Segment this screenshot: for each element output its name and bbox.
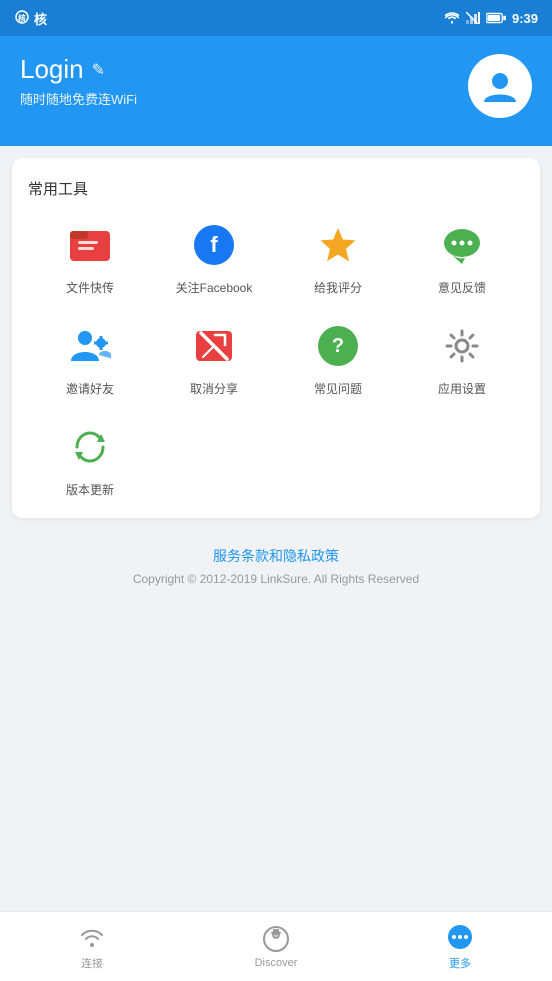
status-right: 9:39 bbox=[444, 11, 538, 26]
header-title-row: Login ✎ bbox=[20, 54, 137, 85]
tool-invite[interactable]: 邀请好友 bbox=[28, 320, 152, 397]
cancel-share-icon-wrap bbox=[188, 320, 240, 372]
facebook-icon: f bbox=[194, 225, 234, 265]
tool-cancel-share[interactable]: 取消分享 bbox=[152, 320, 276, 397]
update-icon bbox=[69, 426, 111, 468]
header-left: Login ✎ 随时随地免费连WiFi bbox=[20, 54, 137, 108]
nav-item-more[interactable]: 更多 bbox=[368, 923, 552, 971]
file-transfer-icon bbox=[68, 225, 112, 265]
signal-icon: 核 bbox=[14, 9, 30, 28]
more-dots-icon bbox=[446, 923, 474, 951]
terms-link[interactable]: 服务条款和隐私政策 bbox=[12, 546, 540, 566]
rate-label: 给我评分 bbox=[314, 279, 362, 296]
signal-bars-icon bbox=[466, 12, 480, 24]
update-label: 版本更新 bbox=[66, 481, 114, 498]
battery-icon bbox=[486, 12, 506, 24]
time-display: 9:39 bbox=[512, 11, 538, 26]
avatar[interactable] bbox=[468, 54, 532, 118]
tool-update[interactable]: 版本更新 bbox=[28, 421, 152, 498]
carrier-text: 核 bbox=[34, 9, 47, 28]
feedback-icon bbox=[441, 224, 483, 266]
login-title: Login bbox=[20, 54, 84, 85]
more-nav-icon bbox=[446, 923, 474, 951]
bottom-nav: 连接 Discover 更多 bbox=[0, 911, 552, 981]
user-avatar-icon bbox=[480, 66, 520, 106]
settings-icon-wrap bbox=[436, 320, 488, 372]
feedback-label: 意见反馈 bbox=[438, 279, 486, 296]
faq-icon: ? bbox=[318, 326, 358, 366]
more-nav-label: 更多 bbox=[449, 955, 471, 971]
rate-icon-wrap bbox=[312, 219, 364, 271]
tool-file-transfer[interactable]: 文件快传 bbox=[28, 219, 152, 296]
edit-icon[interactable]: ✎ bbox=[92, 60, 105, 80]
nav-item-connect[interactable]: 连接 bbox=[0, 923, 184, 971]
connect-nav-label: 连接 bbox=[81, 955, 103, 971]
tool-faq[interactable]: ? 常见问题 bbox=[276, 320, 400, 397]
status-left: 核 核 bbox=[14, 9, 47, 28]
tools-card: 常用工具 文件快传 f 关注F bbox=[12, 158, 540, 518]
wifi-nav-icon bbox=[79, 924, 105, 950]
settings-label: 应用设置 bbox=[438, 380, 486, 397]
cancel-share-icon bbox=[193, 325, 235, 367]
faq-icon-wrap: ? bbox=[312, 320, 364, 372]
discover-nav-icon bbox=[262, 925, 290, 953]
tool-feedback[interactable]: 意见反馈 bbox=[400, 219, 524, 296]
discover-nav-label: Discover bbox=[255, 957, 298, 969]
faq-label: 常见问题 bbox=[314, 380, 362, 397]
invite-icon bbox=[69, 325, 111, 367]
rate-star-icon bbox=[317, 224, 359, 266]
connect-nav-icon bbox=[78, 923, 106, 951]
header-subtitle: 随时随地免费连WiFi bbox=[20, 89, 137, 108]
feedback-icon-wrap bbox=[436, 219, 488, 271]
discover-icon bbox=[262, 925, 290, 953]
tool-settings[interactable]: 应用设置 bbox=[400, 320, 524, 397]
nav-item-discover[interactable]: Discover bbox=[184, 925, 368, 969]
tool-facebook[interactable]: f 关注Facebook bbox=[152, 219, 276, 296]
facebook-icon-wrap: f bbox=[188, 219, 240, 271]
file-transfer-icon-wrap bbox=[64, 219, 116, 271]
file-transfer-label: 文件快传 bbox=[66, 279, 114, 296]
tools-section-title: 常用工具 bbox=[28, 178, 524, 199]
settings-gear-icon bbox=[441, 325, 483, 367]
main-content: 常用工具 文件快传 f 关注F bbox=[0, 146, 552, 608]
terms-section: 服务条款和隐私政策 Copyright © 2012-2019 LinkSure… bbox=[12, 546, 540, 596]
tool-rate[interactable]: 给我评分 bbox=[276, 219, 400, 296]
facebook-label: 关注Facebook bbox=[176, 279, 253, 296]
invite-icon-wrap bbox=[64, 320, 116, 372]
status-bar: 核 核 9:39 bbox=[0, 0, 552, 36]
header: Login ✎ 随时随地免费连WiFi bbox=[0, 36, 552, 146]
wifi-icon bbox=[444, 12, 460, 24]
invite-label: 邀请好友 bbox=[66, 380, 114, 397]
cancel-share-label: 取消分享 bbox=[190, 380, 238, 397]
svg-text:核: 核 bbox=[18, 13, 26, 23]
update-icon-wrap bbox=[64, 421, 116, 473]
copyright-text: Copyright © 2012-2019 LinkSure. All Righ… bbox=[12, 572, 540, 586]
tools-grid: 文件快传 f 关注Facebook 给我评分 bbox=[28, 219, 524, 498]
